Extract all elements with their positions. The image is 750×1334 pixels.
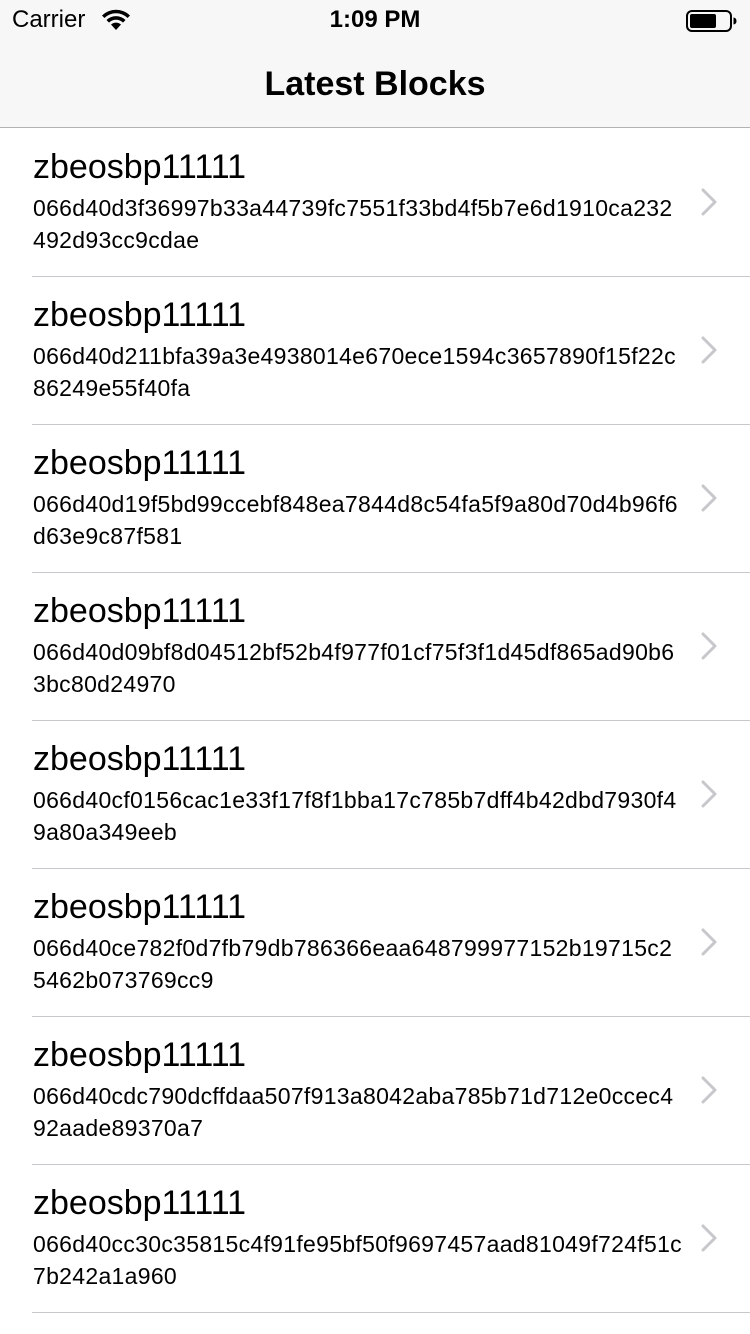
chevron-right-icon <box>701 188 717 216</box>
block-producer: zbeosbp11111 <box>33 592 246 630</box>
block-producer: zbeosbp11111 <box>33 888 246 926</box>
block-hash: 066d40ce782f0d7fb79db786366eaa6487999771… <box>33 935 673 993</box>
block-hash: 066d40d211bfa39a3e4938014e670ece1594c365… <box>33 343 676 401</box>
blocks-list[interactable]: zbeosbp11111 066d40d3f36997b33a44739fc755… <box>0 129 750 1313</box>
block-producer: zbeosbp11111 <box>33 296 246 334</box>
block-row[interactable]: zbeosbp11111 066d40d09bf8d04512bf52b4f977… <box>0 573 750 721</box>
block-hash: 066d40d19f5bd99ccebf848ea7844d8c54fa5f9a… <box>33 491 678 549</box>
clock: 1:09 PM <box>329 6 421 33</box>
status-bar: Carrier 1:09 PM <box>0 0 750 40</box>
block-producer: zbeosbp11111 <box>33 1036 246 1074</box>
block-row[interactable]: zbeosbp11111 066d40d3f36997b33a44739fc755… <box>0 129 750 277</box>
chevron-right-icon <box>701 780 717 808</box>
block-producer: zbeosbp11111 <box>33 740 246 778</box>
block-hash: 066d40cc30c35815c4f91fe95bf50f9697457aad… <box>33 1231 682 1289</box>
block-row[interactable]: zbeosbp11111 066d40d211bfa39a3e4938014e67… <box>0 277 750 425</box>
block-row[interactable]: zbeosbp11111 066d40cf0156cac1e33f17f8f1bb… <box>0 721 750 869</box>
block-row[interactable]: zbeosbp11111 066d40ce782f0d7fb79db786366e… <box>0 869 750 1017</box>
navigation-bar: Latest Blocks <box>0 40 750 128</box>
block-producer: zbeosbp11111 <box>33 148 246 186</box>
page-title: Latest Blocks <box>264 65 486 103</box>
block-hash: 066d40cdc790dcffdaa507f913a8042aba785b71… <box>33 1083 674 1141</box>
chevron-right-icon <box>701 1224 717 1252</box>
row-separator <box>32 1312 750 1313</box>
block-hash: 066d40d3f36997b33a44739fc7551f33bd4f5b7e… <box>33 195 673 253</box>
block-row[interactable]: zbeosbp11111 066d40cdc790dcffdaa507f913a8… <box>0 1017 750 1165</box>
block-hash: 066d40d09bf8d04512bf52b4f977f01cf75f3f1d… <box>33 639 675 697</box>
block-row[interactable]: zbeosbp11111 066d40d19f5bd99ccebf848ea784… <box>0 425 750 573</box>
block-producer: zbeosbp11111 <box>33 444 246 482</box>
chevron-right-icon <box>701 632 717 660</box>
block-row[interactable]: zbeosbp11111 066d40cc30c35815c4f91fe95bf5… <box>0 1165 750 1313</box>
block-producer: zbeosbp11111 <box>33 1184 246 1222</box>
chevron-right-icon <box>701 928 717 956</box>
chevron-right-icon <box>701 336 717 364</box>
block-hash: 066d40cf0156cac1e33f17f8f1bba17c785b7dff… <box>33 787 677 845</box>
chevron-right-icon <box>701 1076 717 1104</box>
battery-icon <box>686 10 737 32</box>
chevron-right-icon <box>701 484 717 512</box>
